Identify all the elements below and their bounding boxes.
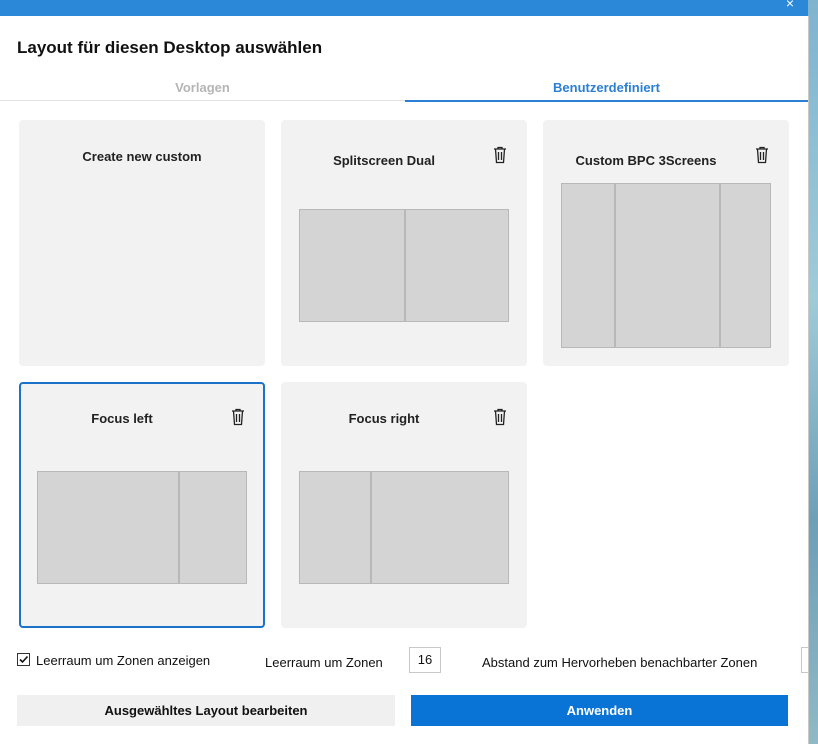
window-titlebar: ×: [0, 0, 808, 16]
edit-layout-button[interactable]: Ausgewähltes Layout bearbeiten: [17, 695, 395, 726]
trash-icon[interactable]: [492, 146, 508, 164]
tab-custom[interactable]: Benutzerdefiniert: [405, 80, 808, 102]
trash-icon[interactable]: [754, 146, 770, 164]
distance-label: Abstand zum Hervorheben benachbarter Zon…: [482, 655, 758, 670]
zone: [178, 472, 246, 583]
layout-card-splitscreen-dual[interactable]: Splitscreen Dual: [281, 120, 527, 366]
show-spacing-label: Leerraum um Zonen anzeigen: [36, 653, 211, 668]
tab-bar: Vorlagen Benutzerdefiniert: [0, 80, 808, 102]
zone: [614, 184, 719, 347]
distance-input[interactable]: [801, 647, 808, 673]
zone: [300, 472, 370, 583]
zone-preview: [299, 209, 509, 322]
layout-card-title: Create new custom: [82, 149, 202, 164]
show-spacing-checkbox[interactable]: [17, 653, 30, 666]
desktop-background: [808, 0, 818, 744]
spacing-input[interactable]: 16: [409, 647, 441, 673]
close-icon[interactable]: ×: [786, 0, 794, 10]
zone: [719, 184, 770, 347]
layout-card-create-new[interactable]: Create new custom: [19, 120, 265, 366]
layout-card-title: Focus right: [348, 411, 420, 426]
zone-preview: [561, 183, 771, 348]
trash-icon[interactable]: [230, 408, 246, 426]
layout-card-focus-right[interactable]: Focus right: [281, 382, 527, 628]
zone: [404, 210, 508, 321]
layout-dialog: Layout für diesen Desktop auswählen Vorl…: [0, 16, 809, 744]
layout-card-custom-bpc-3screens[interactable]: Custom BPC 3Screens: [543, 120, 789, 366]
zone-preview: [299, 471, 509, 584]
settings-row: Leerraum um Zonen anzeigen Leerraum um Z…: [0, 647, 808, 674]
layout-card-title: Custom BPC 3Screens: [575, 153, 717, 168]
zone: [562, 184, 614, 347]
trash-icon[interactable]: [492, 408, 508, 426]
dialog-title: Layout für diesen Desktop auswählen: [17, 38, 323, 57]
tab-templates[interactable]: Vorlagen: [0, 80, 405, 101]
zone: [300, 210, 404, 321]
zone-preview: [37, 471, 247, 584]
checkmark-icon: [19, 655, 29, 664]
zone: [38, 472, 178, 583]
apply-button[interactable]: Anwenden: [411, 695, 788, 726]
layout-card-focus-left[interactable]: Focus left: [19, 382, 265, 628]
layout-card-title: Focus left: [91, 411, 153, 426]
zone: [370, 472, 508, 583]
layout-card-title: Splitscreen Dual: [333, 153, 435, 168]
spacing-label: Leerraum um Zonen: [265, 655, 383, 670]
